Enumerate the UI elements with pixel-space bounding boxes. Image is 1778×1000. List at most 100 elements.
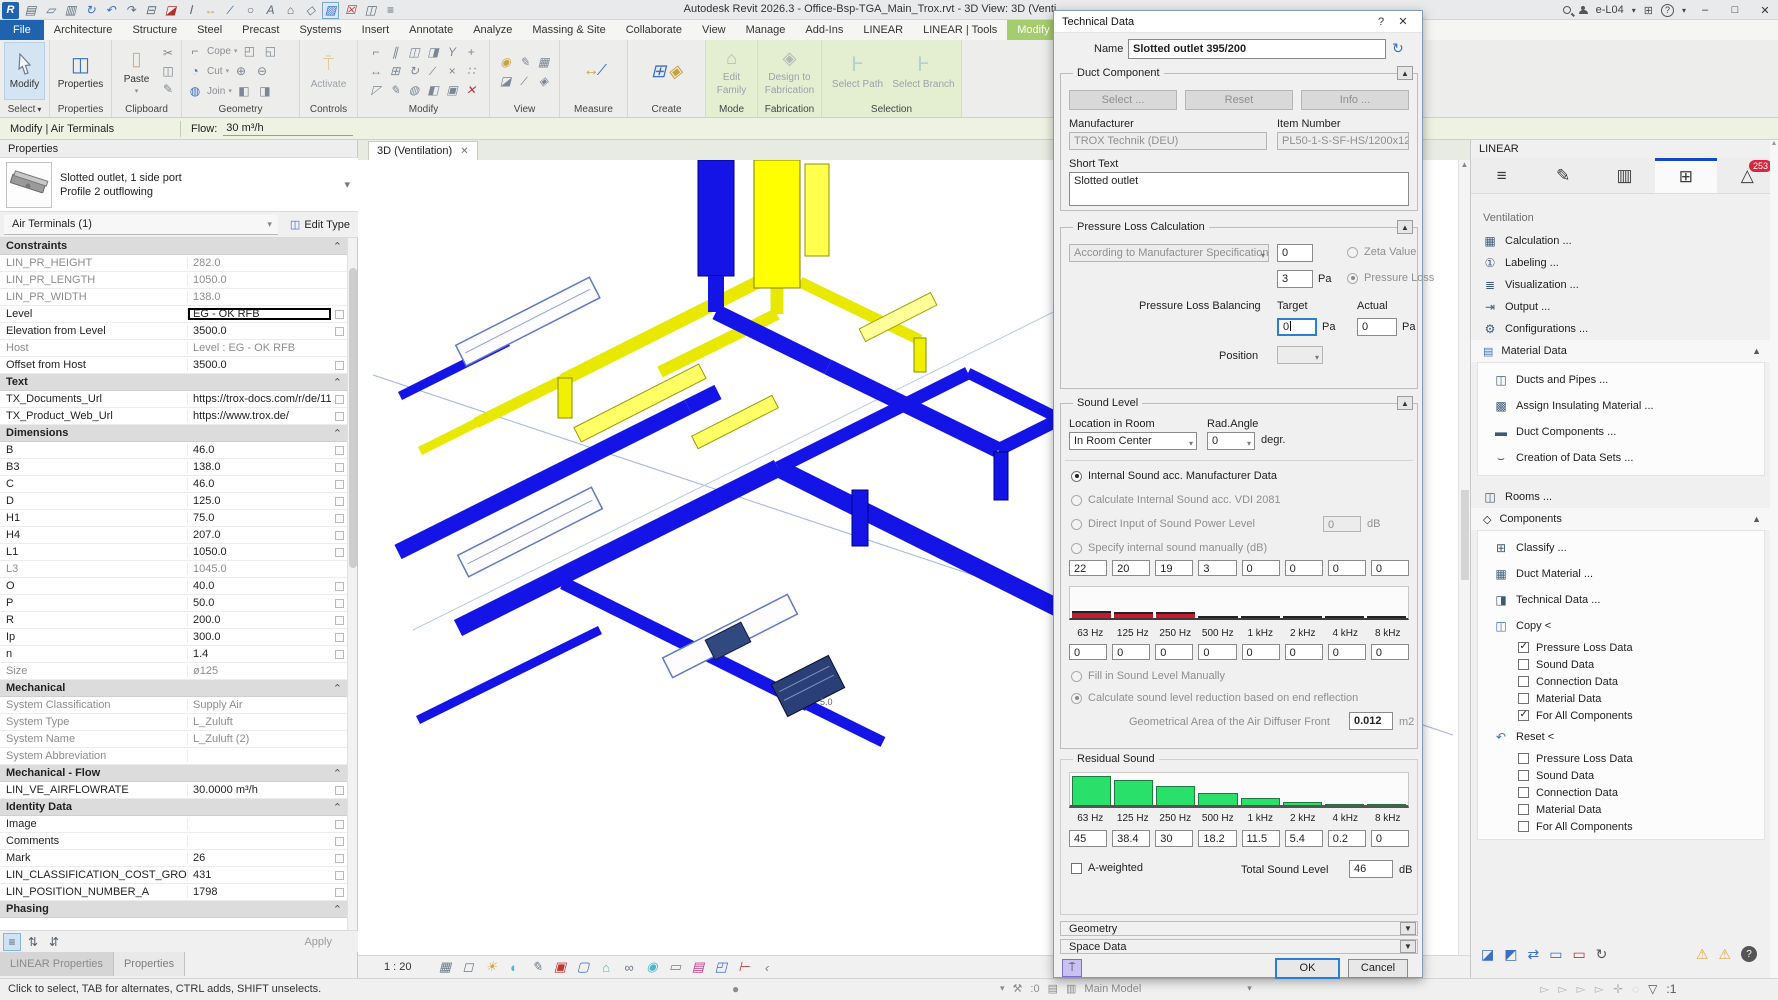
geometry-extra1-icon[interactable]: ◰ [240, 42, 258, 60]
associate-parameter-box[interactable] [335, 514, 344, 523]
filter-icon[interactable]: ▽ [1648, 982, 1657, 996]
residual-input[interactable]: 0 [1371, 830, 1409, 847]
connect-tool-icon[interactable]: ◪ [1481, 946, 1494, 963]
collapse-sound-level-icon[interactable]: ▲ [1397, 396, 1413, 410]
output-item[interactable]: ⇥ Output ... [1471, 296, 1771, 318]
reset-option-checkbox[interactable]: Pressure Loss Data [1478, 750, 1764, 767]
manual-sound-input[interactable]: 22 [1069, 560, 1107, 576]
manual-sound-input[interactable]: 0 [1242, 560, 1280, 576]
property-row[interactable]: LIN_POSITION_NUMBER_A 1798 [0, 884, 348, 901]
fill-manually-radio[interactable]: Fill in Sound Level Manually [1071, 670, 1225, 682]
property-row[interactable]: R 200.0 [0, 612, 348, 629]
property-row[interactable]: H1 75.0 [0, 510, 348, 527]
edit-type-button[interactable]: ◫ Edit Type [282, 214, 358, 236]
geometry-extra4-icon[interactable]: ⊖ [253, 62, 271, 80]
technical-data-item[interactable]: ◨ Technical Data ... [1478, 587, 1764, 613]
cut-geometry-icon[interactable]: ◔ [186, 62, 204, 80]
refresh-icon[interactable]: ↻ [1392, 40, 1404, 57]
copy-option-checkbox[interactable]: For All Components [1478, 707, 1764, 724]
associate-parameter-box[interactable] [335, 497, 344, 506]
scale-icon[interactable]: ◸ [367, 81, 385, 99]
total-sound-field[interactable]: 46 [1349, 860, 1393, 878]
zeta-value-input[interactable]: 0 [1277, 244, 1313, 262]
maximize-button[interactable]: □ [1724, 1, 1746, 19]
select-pinned-toggle-icon[interactable]: ▻ [1576, 982, 1585, 996]
calculation-item[interactable]: ▦ Calculation ... [1471, 230, 1771, 252]
close-hidden-windows-icon[interactable]: ☒ [342, 2, 359, 19]
location-dropdown[interactable]: In Room Center▾ [1069, 432, 1197, 450]
rad-angle-dropdown[interactable]: 0▾ [1207, 432, 1255, 450]
section-icon[interactable]: ◇ [302, 2, 319, 19]
edit-family-button[interactable]: ⌂ EditFamily [710, 42, 753, 100]
visual-style-icon[interactable]: ◻ [459, 958, 478, 977]
property-row[interactable]: LIN_PR_WIDTH 138.0 [0, 289, 348, 306]
residual-input[interactable]: 38.4 [1112, 830, 1150, 847]
select-path-button[interactable]: Ͱ Select Path [827, 42, 889, 100]
ribbon-tab[interactable]: LINEAR [853, 20, 913, 40]
flow-input[interactable]: 30 m³/h [223, 121, 353, 136]
manual-sound-radio[interactable]: Specify internal sound manually (dB) [1071, 542, 1267, 554]
associate-parameter-box[interactable] [335, 871, 344, 880]
ribbon-tab[interactable]: View [692, 20, 736, 40]
activate-button[interactable]: ⍑ Activate [305, 42, 353, 100]
associate-parameter-box[interactable] [335, 310, 344, 319]
property-row[interactable]: n 1.4 [0, 646, 348, 663]
property-section-header[interactable]: Text ⌃ [0, 374, 348, 391]
property-row[interactable]: Elevation from Level 3500.0 [0, 323, 348, 340]
configurations-item[interactable]: ⚙ Configurations ... [1471, 318, 1771, 340]
ribbon-tab[interactable]: Collaborate [616, 20, 692, 40]
override-icon[interactable]: ▦ [535, 53, 553, 71]
reset-button[interactable]: Reset [1185, 90, 1293, 110]
drag-on-selection-toggle-icon[interactable]: ✛ [1613, 982, 1623, 996]
property-row[interactable]: LIN_PR_HEIGHT 282.0 [0, 255, 348, 272]
warning-icon[interactable]: ⚠ [1696, 946, 1709, 963]
group-label-view[interactable]: View [490, 102, 559, 117]
manual-sound-input[interactable]: 0 [1371, 560, 1409, 576]
reduction-input[interactable]: 0 [1155, 644, 1193, 660]
manual-sound-input[interactable]: 19 [1155, 560, 1193, 576]
match-properties-icon[interactable]: ✎ [159, 80, 177, 98]
flag-tool-icon[interactable]: ◩ [1504, 946, 1517, 963]
collapse-duct-component-icon[interactable]: ▲ [1397, 66, 1413, 80]
property-row[interactable]: C 46.0 [0, 476, 348, 493]
property-row[interactable]: Image [0, 816, 348, 833]
manual-sound-input[interactable]: 0 [1328, 560, 1366, 576]
displace-elements-icon[interactable]: ◰ [712, 958, 731, 977]
view-tab-close-icon[interactable]: ✕ [460, 146, 468, 157]
tag-icon[interactable]: ○ [242, 2, 259, 19]
property-section-header[interactable]: Dimensions ⌃ [0, 425, 348, 442]
demolish-icon[interactable]: ▣ [443, 81, 461, 99]
sort-descending-icon[interactable]: ⇵ [45, 933, 63, 951]
group-label-properties[interactable]: Properties [50, 102, 111, 117]
group-label-controls[interactable]: Controls [300, 102, 357, 117]
residual-input[interactable]: 45 [1069, 830, 1107, 847]
linear-edit-tab[interactable]: ✎ [1532, 158, 1593, 193]
detail-level-icon[interactable]: ▦ [436, 958, 455, 977]
vdi-radio[interactable]: Calculate Internal Sound acc. VDI 2081 [1071, 494, 1281, 506]
signed-in-user[interactable]: e-L04 [1596, 4, 1624, 16]
ok-button[interactable]: OK [1276, 959, 1339, 978]
user-dropdown-icon[interactable]: ▾ [1632, 6, 1636, 15]
property-row[interactable]: LIN_PR_LENGTH 1050.0 [0, 272, 348, 289]
manual-sound-input[interactable]: 20 [1112, 560, 1150, 576]
display-icon[interactable]: ◪ [497, 72, 515, 90]
shadows-icon[interactable]: ◐ [505, 958, 524, 977]
associate-parameter-box[interactable] [335, 820, 344, 829]
worksets-icon[interactable]: ⚒ [1013, 982, 1023, 995]
group-label-mode[interactable]: Mode [706, 102, 757, 117]
visibility-icon[interactable]: ◉ [497, 53, 515, 71]
property-row[interactable]: Ip 300.0 [0, 629, 348, 646]
pressure-loss-radio[interactable]: Pressure Loss [1347, 272, 1434, 284]
join-geometry-icon[interactable]: ◍ [405, 81, 423, 99]
design-option-dropdown-icon[interactable]: ▾ [1247, 983, 1252, 994]
group-label-clipboard[interactable]: Clipboard [112, 102, 181, 117]
rotate-icon[interactable]: ↻ [405, 62, 423, 80]
geometry-extra6-icon[interactable]: ◨ [256, 82, 274, 100]
editing-requests-icon[interactable]: ● [732, 982, 739, 996]
property-row[interactable]: B3 138.0 [0, 459, 348, 476]
associate-parameter-box[interactable] [335, 582, 344, 591]
crop-view-icon[interactable]: ▣ [551, 958, 570, 977]
reduction-input[interactable]: 0 [1371, 644, 1409, 660]
zeta-value-radio[interactable]: Zeta Value [1347, 246, 1416, 258]
ducts-and-pipes-item[interactable]: ◫ Ducts and Pipes ... [1478, 367, 1764, 393]
